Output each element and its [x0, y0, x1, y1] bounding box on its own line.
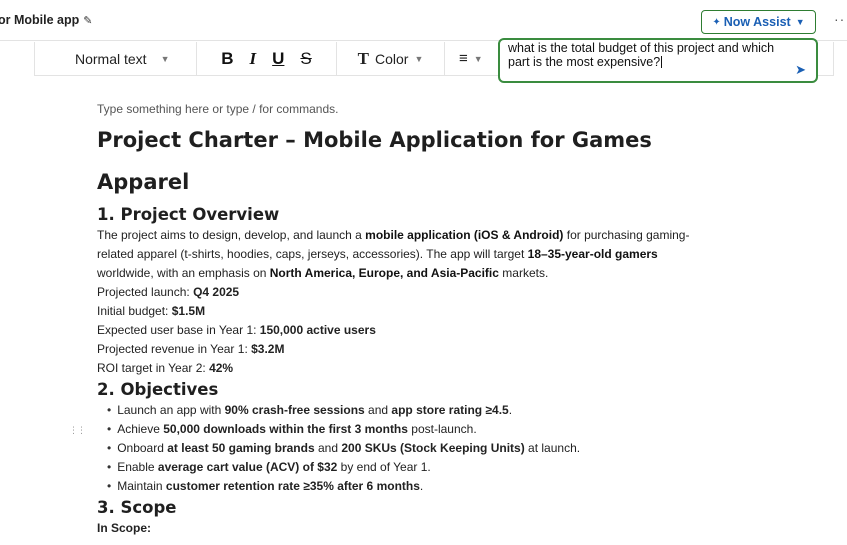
- section-heading-scope: 3. Scope: [97, 498, 177, 517]
- document-title-text: or Mobile app: [0, 13, 80, 27]
- editor-placeholder: Type something here or type / for comman…: [97, 102, 339, 116]
- underline-button[interactable]: U: [272, 49, 284, 69]
- list-item: Achieve 50,000 downloads within the firs…: [107, 420, 697, 439]
- section-heading-objectives: 2. Objectives: [97, 380, 219, 399]
- objectives-list: Launch an app with 90% crash-free sessio…: [107, 401, 697, 496]
- projected-launch: Projected launch: Q4 2025: [97, 285, 240, 299]
- roi-target: ROI target in Year 2: 42%: [97, 361, 234, 375]
- chevron-down-icon: ▼: [414, 53, 424, 64]
- in-scope-label: In Scope:: [97, 521, 152, 535]
- text-color-icon: T: [357, 48, 369, 68]
- overview-paragraph: The project aims to design, develop, and…: [97, 228, 690, 280]
- format-group: B I U S: [197, 42, 337, 75]
- top-bar: or Mobile app✎ ✦ Now Assist ▼ ···: [0, 0, 847, 41]
- bold-button[interactable]: B: [221, 49, 233, 69]
- projected-revenue: Projected revenue in Year 1: $3.2M: [97, 342, 285, 356]
- chevron-down-icon: ▼: [795, 17, 805, 27]
- assist-query-input[interactable]: what is the total budget of this project…: [508, 41, 774, 69]
- now-assist-label: Now Assist: [723, 15, 791, 29]
- expected-user-base: Expected user base in Year 1: 150,000 ac…: [97, 323, 376, 337]
- pencil-icon[interactable]: ✎: [83, 14, 92, 27]
- page-title: Project Charter – Mobile Application for…: [97, 128, 652, 194]
- document-body[interactable]: Type something here or type / for comman…: [97, 100, 697, 537]
- more-options-button[interactable]: ···: [834, 11, 847, 27]
- section-heading-overview: 1. Project Overview: [97, 205, 280, 224]
- align-dropdown[interactable]: ≡ ▼: [445, 42, 505, 75]
- color-label: Color: [374, 50, 409, 67]
- color-dropdown[interactable]: T Color ▼: [337, 42, 445, 75]
- list-item: Onboard at least 50 gaming brands and 20…: [107, 439, 697, 458]
- now-assist-button[interactable]: ✦ Now Assist ▼: [701, 10, 816, 34]
- text-style-label: Normal text: [75, 50, 147, 67]
- initial-budget: Initial budget: $1.5M: [97, 304, 206, 318]
- sparkle-icon: ✦: [712, 16, 721, 28]
- list-item: Launch an app with 90% crash-free sessio…: [107, 401, 697, 420]
- chevron-down-icon: ▼: [160, 53, 170, 64]
- send-icon[interactable]: ➤: [795, 63, 806, 77]
- now-assist-prompt-box[interactable]: what is the total budget of this project…: [498, 38, 818, 83]
- document-title[interactable]: or Mobile app ✎: [0, 13, 92, 27]
- drag-handle-icon[interactable]: ⋮⋮: [69, 426, 86, 435]
- list-item: Enable average cart value (ACV) of $32 b…: [107, 458, 697, 477]
- italic-button[interactable]: I: [250, 49, 257, 69]
- chevron-down-icon: ▼: [473, 53, 483, 64]
- strikethrough-button[interactable]: S: [300, 49, 311, 69]
- text-style-dropdown[interactable]: Normal text ▼: [35, 42, 197, 75]
- list-item: Maintain customer retention rate ≥35% af…: [107, 477, 697, 496]
- align-left-icon: ≡: [459, 50, 468, 67]
